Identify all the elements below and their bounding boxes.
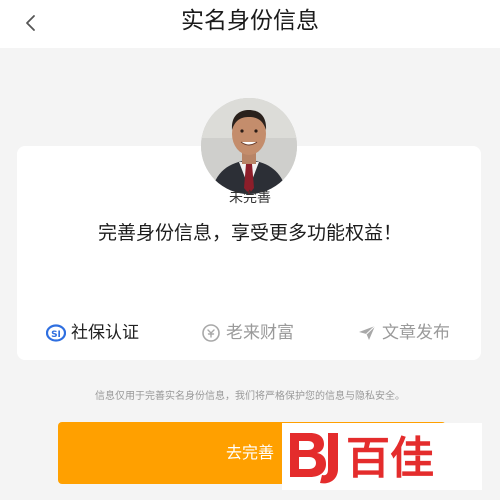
watermark-text: 百佳 bbox=[346, 433, 434, 484]
avatar[interactable] bbox=[201, 98, 297, 194]
feature-laolai-wealth[interactable]: 老来财富 bbox=[201, 320, 294, 346]
feature-label: 老来财富 bbox=[226, 323, 294, 343]
profile-status: 未完善 bbox=[229, 190, 271, 206]
paper-plane-icon bbox=[357, 323, 377, 343]
feature-article-publish[interactable]: 文章发布 bbox=[357, 320, 450, 346]
watermark-logo: 百佳 bbox=[282, 423, 482, 490]
shebao-badge-icon: SI bbox=[46, 323, 66, 343]
page-title: 实名身份信息 bbox=[181, 8, 319, 34]
feature-label: 社保认证 bbox=[71, 323, 139, 343]
privacy-note: 信息仅用于完善实名身份信息，我们将严格保护您的信息与隐私安全。 bbox=[95, 391, 405, 402]
top-bar: 实名身份信息 bbox=[0, 0, 500, 48]
feature-shebao-verification[interactable]: SI 社保认证 bbox=[46, 320, 139, 346]
profile-headline: 完善身份信息，享受更多功能权益！ bbox=[97, 222, 402, 244]
feature-label: 文章发布 bbox=[382, 323, 450, 343]
coin-icon bbox=[201, 323, 221, 343]
svg-text:SI: SI bbox=[51, 330, 61, 340]
